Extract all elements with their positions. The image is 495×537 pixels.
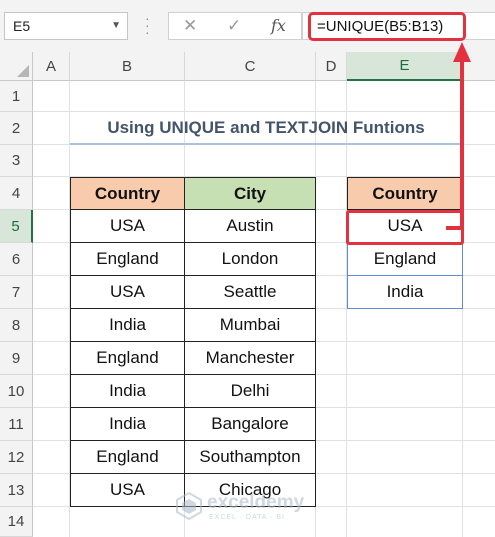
title-underline — [70, 143, 462, 145]
header-country[interactable]: Country — [70, 177, 185, 210]
row-header-13[interactable]: 13 — [0, 474, 33, 507]
row-header-7[interactable]: 7 — [0, 276, 33, 309]
insert-function-icon[interactable]: fx — [271, 16, 286, 35]
cell-c5[interactable]: Austin — [185, 210, 316, 243]
cancel-icon[interactable]: ✕ — [183, 16, 197, 36]
column-header-a[interactable]: A — [33, 52, 70, 81]
formula-text: =UNIQUE(B5:B13) — [317, 18, 444, 35]
cell-c10[interactable]: Delhi — [185, 375, 316, 408]
cell-b7[interactable]: USA — [70, 276, 185, 309]
cell-b11[interactable]: India — [70, 408, 185, 441]
cell-b12[interactable]: England — [70, 441, 185, 474]
watermark-tagline: EXCEL · DATA · BI — [209, 514, 285, 521]
column-header-d[interactable]: D — [316, 52, 347, 81]
cell-c11[interactable]: Bangalore — [185, 408, 316, 441]
header-city[interactable]: City — [185, 177, 316, 210]
chevron-down-icon[interactable]: ▼ — [111, 20, 121, 31]
row-header-5[interactable]: 5 — [0, 210, 33, 243]
formula-buttons: ✕ ✓ fx — [168, 12, 302, 40]
column-header-c[interactable]: C — [185, 52, 316, 81]
cell-b5[interactable]: USA — [70, 210, 185, 243]
cell-b6[interactable]: England — [70, 243, 185, 276]
cell-b10[interactable]: India — [70, 375, 185, 408]
cell-c8[interactable]: Mumbai — [185, 309, 316, 342]
row-header-10[interactable]: 10 — [0, 375, 33, 408]
cell-c9[interactable]: Manchester — [185, 342, 316, 375]
arrow-head-icon — [453, 42, 471, 62]
cell-b8[interactable]: India — [70, 309, 185, 342]
row-header-6[interactable]: 6 — [0, 243, 33, 276]
row-header-12[interactable]: 12 — [0, 441, 33, 474]
watermark: exceldemy EXCEL · DATA · BI — [175, 490, 325, 524]
row-header-9[interactable]: 9 — [0, 342, 33, 375]
cell-e7[interactable]: India — [347, 276, 463, 309]
column-header-e[interactable]: E — [347, 52, 463, 81]
name-box-value: E5 — [13, 18, 31, 34]
row-header-3[interactable]: 3 — [0, 145, 33, 177]
cell-c12[interactable]: Southampton — [185, 441, 316, 474]
watermark-name: exceldemy — [207, 492, 305, 513]
sheet-title[interactable]: Using UNIQUE and TEXTJOIN Funtions — [70, 112, 462, 144]
callout-arrow — [460, 60, 464, 228]
formula-bar: E5 ▼ · · · ✕ ✓ fx =UNIQUE(B5:B13) — [0, 0, 495, 53]
exceldemy-logo-icon — [176, 492, 202, 520]
cell-b13[interactable]: USA — [70, 474, 185, 507]
enter-icon[interactable]: ✓ — [227, 16, 241, 36]
formula-highlight[interactable]: =UNIQUE(B5:B13) — [308, 12, 466, 41]
column-header-b[interactable]: B — [70, 52, 185, 81]
row-header-1[interactable]: 1 — [0, 81, 33, 112]
callout-arrow-link — [446, 226, 464, 230]
gridline — [346, 81, 347, 537]
row-header-14[interactable]: 14 — [0, 507, 33, 537]
row-header-11[interactable]: 11 — [0, 408, 33, 441]
select-all-button[interactable] — [0, 52, 33, 81]
cell-c7[interactable]: Seattle — [185, 276, 316, 309]
row-header-4[interactable]: 4 — [0, 177, 33, 210]
name-box[interactable]: E5 ▼ — [4, 12, 128, 40]
cell-b9[interactable]: England — [70, 342, 185, 375]
row-header-2[interactable]: 2 — [0, 112, 33, 145]
row-header-8[interactable]: 8 — [0, 309, 33, 342]
cell-c6[interactable]: London — [185, 243, 316, 276]
drag-handle-icon[interactable]: · · · — [145, 11, 150, 39]
header-unique-country[interactable]: Country — [347, 177, 463, 210]
cell-e6[interactable]: England — [347, 243, 463, 276]
